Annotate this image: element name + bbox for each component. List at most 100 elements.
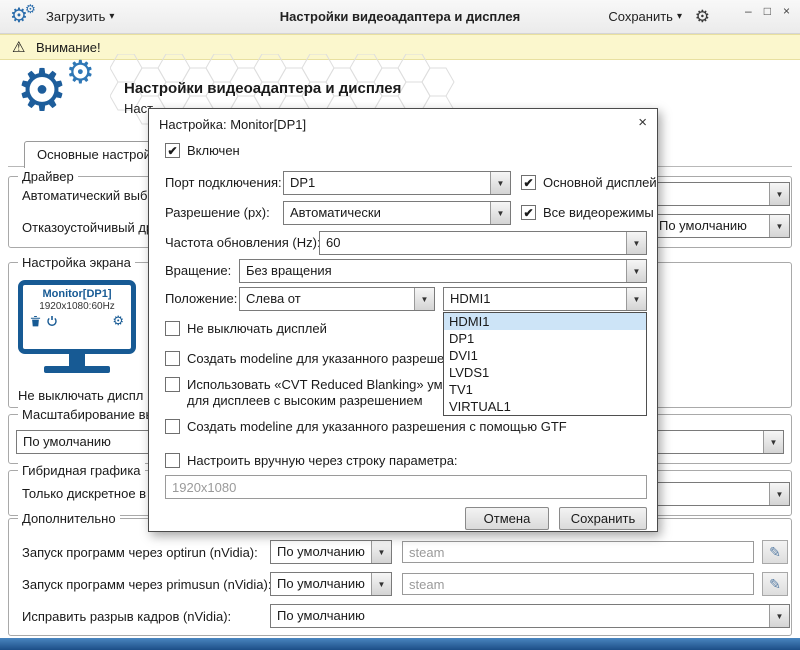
monitor-stand <box>69 354 85 366</box>
chevron-down-icon: ▼ <box>490 172 510 194</box>
chevron-down-icon: ▼ <box>769 605 789 627</box>
monitor-name: Monitor[DP1] <box>42 288 111 300</box>
gtf-modeline-checkbox[interactable]: Создать modeline для указанного разрешен… <box>165 419 567 434</box>
checkbox-box <box>165 321 180 336</box>
dropdown-item-dp1[interactable]: DP1 <box>444 330 646 347</box>
chevron-down-icon: ▼ <box>626 288 646 310</box>
cvt-reduced-blanking-checkbox[interactable]: Использовать «CVT Reduced Blanking» умен… <box>165 377 464 409</box>
failsafe-driver-label: Отказоустойчивый др <box>22 220 153 235</box>
primus-label: Запуск программ через primusun (nVidia): <box>22 577 271 592</box>
cvt-reduced-blanking-label: Использовать «CVT Reduced Blanking» умен… <box>187 377 464 409</box>
position-label: Положение: <box>165 287 237 311</box>
combo-value: Автоматически <box>284 202 490 224</box>
monitor-widget[interactable]: Monitor[DP1] 1920x1080:60Hz ⚙ <box>18 280 136 373</box>
combo-value: HDMI1 <box>444 288 626 310</box>
position-combo[interactable]: Слева от ▼ <box>239 287 435 311</box>
refresh-rate-label: Частота обновления (Hz): <box>165 231 321 255</box>
optirun-label: Запуск программ через optirun (nVidia): <box>22 545 258 560</box>
maximize-button[interactable]: □ <box>764 4 771 18</box>
refresh-rate-combo[interactable]: 60 ▼ <box>319 231 647 255</box>
minimize-button[interactable]: – <box>745 4 752 18</box>
all-videomodes-label: Все видеорежимы <box>543 205 654 220</box>
pencil-icon: ✎ <box>769 544 781 561</box>
primus-combo[interactable]: По умолчанию ▼ <box>270 572 392 596</box>
monitor-settings-dialog: Настройка: Monitor[DP1] × ✔ Включен Порт… <box>148 108 658 532</box>
keep-display-on-checkbox[interactable]: Не выключать дисплей <box>165 321 327 336</box>
chevron-down-icon: ▼ <box>414 288 434 310</box>
all-videomodes-checkbox[interactable]: ✔ Все видеорежимы <box>521 205 654 220</box>
combo-value: Слева от <box>240 288 414 310</box>
warning-text: Внимание! <box>36 40 101 55</box>
hybrid-mode-label: Только дискретное в <box>22 486 146 501</box>
primus-command-input[interactable] <box>402 573 754 595</box>
chevron-down-icon: ▾ <box>677 11 682 22</box>
save-button[interactable]: Сохранить <box>559 507 647 530</box>
port-combo[interactable]: DP1 ▼ <box>283 171 511 195</box>
close-button[interactable]: × <box>783 4 790 18</box>
resolution-combo[interactable]: Автоматически ▼ <box>283 201 511 225</box>
trash-icon[interactable] <box>30 315 41 327</box>
dropdown-item-dvi1[interactable]: DVI1 <box>444 347 646 364</box>
checkbox-box: ✔ <box>521 205 536 220</box>
header-gear-large-icon: ⚙ <box>16 62 68 120</box>
dropdown-item-virtual1[interactable]: VIRTUAL1 <box>444 398 646 415</box>
relative-display-combo[interactable]: HDMI1 ▼ <box>443 287 647 311</box>
checkbox-box <box>165 377 180 392</box>
application-window: ⚙ ⚙ Загрузить ▾ Настройки видеоадаптера … <box>0 0 800 650</box>
checkbox-box: ✔ <box>165 143 180 158</box>
manual-mode-input[interactable] <box>165 475 647 499</box>
hybrid-group-legend: Гибридная графика <box>18 463 145 478</box>
page-title: Настройки видеоадаптера и дисплея <box>124 80 401 97</box>
chevron-down-icon: ▼ <box>626 232 646 254</box>
combo-value: По умолчанию <box>271 605 769 627</box>
rotation-combo[interactable]: Без вращения ▼ <box>239 259 647 283</box>
modeline-label: Создать modeline для указанного разрешен… <box>187 351 466 366</box>
manual-mode-label: Настроить вручную через строку параметра… <box>187 453 458 468</box>
chevron-down-icon: ▼ <box>490 202 510 224</box>
primus-edit-button[interactable]: ✎ <box>762 572 788 596</box>
scaling-group-legend: Масштабирование вы <box>18 407 159 422</box>
optirun-combo[interactable]: По умолчанию ▼ <box>270 540 392 564</box>
dropdown-item-tv1[interactable]: TV1 <box>444 381 646 398</box>
keep-display-on-note: Не выключать диспл <box>18 388 143 403</box>
dialog-title: Настройка: Monitor[DP1] <box>159 117 306 132</box>
settings-gear-button[interactable]: ⚙ <box>695 8 710 25</box>
failsafe-driver-combo[interactable]: По умолчанию ▼ <box>652 214 790 238</box>
checkbox-box <box>165 419 180 434</box>
optirun-command-input[interactable] <box>402 541 754 563</box>
tearfree-combo[interactable]: По умолчанию ▼ <box>270 604 790 628</box>
screen-group-legend: Настройка экрана <box>18 255 135 270</box>
combo-value: По умолчанию <box>271 541 371 563</box>
chevron-down-icon: ▼ <box>769 483 789 505</box>
manual-mode-checkbox[interactable]: Настроить вручную через строку параметра… <box>165 453 458 468</box>
primary-display-checkbox[interactable]: ✔ Основной дисплей <box>521 175 657 190</box>
dialog-close-button[interactable]: × <box>638 115 647 130</box>
chevron-down-icon: ▼ <box>769 183 789 205</box>
auto-driver-label: Автоматический выбо <box>22 188 155 203</box>
dropdown-item-lvds1[interactable]: LVDS1 <box>444 364 646 381</box>
pencil-icon: ✎ <box>769 576 781 593</box>
enabled-checkbox[interactable]: ✔ Включен <box>165 143 240 158</box>
chevron-down-icon: ▼ <box>626 260 646 282</box>
cancel-button[interactable]: Отмена <box>465 507 549 530</box>
combo-value: 60 <box>320 232 626 254</box>
rotation-label: Вращение: <box>165 259 231 283</box>
header-gear-small-icon: ⚙ <box>66 56 95 88</box>
monitor-mode: 1920x1080:60Hz <box>39 301 115 312</box>
primary-display-label: Основной дисплей <box>543 175 657 190</box>
resolution-label: Разрешение (px): <box>165 201 270 225</box>
monitor-base <box>44 366 110 373</box>
dropdown-item-hdmi1[interactable]: HDMI1 <box>444 313 646 330</box>
chevron-down-icon: ▼ <box>763 431 783 453</box>
driver-group-legend: Драйвер <box>18 169 78 184</box>
power-icon[interactable] <box>46 315 58 327</box>
monitor-screen: Monitor[DP1] 1920x1080:60Hz ⚙ <box>18 280 136 354</box>
modeline-checkbox[interactable]: Создать modeline для указанного разрешен… <box>165 351 466 366</box>
save-menu-button[interactable]: Сохранить ▾ <box>608 9 682 24</box>
keep-display-on-label: Не выключать дисплей <box>187 321 327 336</box>
optirun-edit-button[interactable]: ✎ <box>762 540 788 564</box>
chevron-down-icon: ▼ <box>371 573 391 595</box>
save-menu-label: Сохранить <box>608 9 673 24</box>
monitor-gear-icon[interactable]: ⚙ <box>112 314 124 327</box>
combo-value: DP1 <box>284 172 490 194</box>
